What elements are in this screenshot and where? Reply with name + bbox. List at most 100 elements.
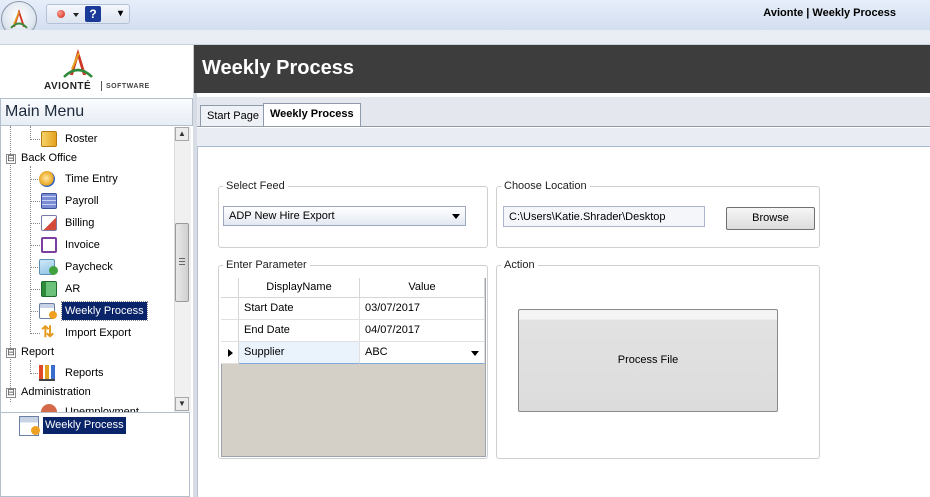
gear-icon [49,311,57,319]
sidebar-item-reports[interactable]: Reports [1,363,176,383]
open-item-weekly-process[interactable]: Weekly Process [43,417,126,434]
row-header-current[interactable] [221,342,239,364]
cell-displayname[interactable]: Start Date [239,298,360,320]
scroll-thumb[interactable] [175,223,189,302]
sidebar-item-label: Billing [65,217,95,229]
main-menu-label: Main Menu [5,103,85,120]
clock-icon [39,171,55,187]
window-title: Avionte | Weekly Process [763,7,896,19]
cell-displayname[interactable]: End Date [239,320,360,342]
feed-select-value: ADP New Hire Export [229,210,335,222]
grid-corner [221,278,239,298]
feed-select[interactable]: ADP New Hire Export [223,206,466,226]
unemployment-icon [41,404,57,412]
page-header: Weekly Process [194,45,930,93]
roster-icon [41,131,57,147]
ledger-icon [41,281,57,297]
sidebar-item-label: Time Entry [65,173,118,185]
tree-connector [30,289,40,290]
sidebar-item-payroll[interactable]: Payroll [1,191,176,211]
sidebar-item-invoice[interactable]: Invoice [1,235,176,255]
sidebar-item-roster[interactable]: Roster [1,129,176,149]
page-title: Weekly Process [202,57,354,79]
avionte-logo-icon [63,49,93,78]
cell-value: ABC [365,346,388,358]
sidebar-item-report[interactable]: ⊟ Report [1,342,176,362]
sidebar-item-weekly-process[interactable]: Weekly Process [1,301,176,321]
main-menu-title: Main Menu [0,98,193,126]
browse-button[interactable]: Browse [726,207,815,230]
cell-displayname[interactable]: Supplier [239,342,360,364]
row-header[interactable] [221,320,239,342]
tree-connector [30,201,40,202]
logo-suffix: SOFTWARE [106,83,150,90]
enter-parameter-legend: Enter Parameter [223,259,310,271]
column-header-value[interactable]: Value [360,278,485,298]
scroll-up-button[interactable]: ▲ [175,127,189,141]
tree-connector [30,333,40,334]
logo-area: AVIONTÉ SOFTWARE [0,45,194,95]
cell-value[interactable]: 03/07/2017 [360,298,485,320]
sidebar-item-administration[interactable]: ⊟ Administration [1,382,176,402]
check-icon [49,266,58,275]
chevron-down-icon [452,214,460,219]
sidebar-item-label: AR [65,283,81,295]
calculator-icon [41,193,57,209]
collapse-icon[interactable]: ⊟ [6,388,16,398]
content-toolbar [197,128,930,147]
dropdown-arrow-icon[interactable] [73,13,79,17]
sidebar-item-paycheck[interactable]: Paycheck [1,257,176,277]
logo-brand: AVIONTÉ [44,81,92,92]
scroll-down-button[interactable]: ▼ [175,397,189,411]
sidebar-item-ar[interactable]: AR [1,279,176,299]
select-feed-legend: Select Feed [223,180,288,192]
billing-icon [41,215,57,231]
chart-icon [39,365,55,381]
choose-location-legend: Choose Location [501,180,590,192]
sidebar-item-label: Back Office [21,152,78,164]
sidebar-item-label: Report [21,346,55,358]
cell-value[interactable]: 04/07/2017 [360,320,485,342]
column-header-displayname[interactable]: DisplayName [239,278,360,298]
sidebar-item-billing[interactable]: Billing [1,213,176,233]
import-export-icon: ⇅ [41,324,55,341]
ribbon-strip [0,30,930,45]
tab-start-page[interactable]: Start Page [200,105,266,126]
location-input[interactable]: C:\Users\Katie.Shrader\Desktop [503,206,705,227]
collapse-icon[interactable]: ⊟ [6,348,16,358]
navigation-tree: Roster ⊟ Back Office Time Entry Payroll … [0,126,176,412]
sidebar-item-label: Import Export [65,327,132,339]
current-row-icon [228,349,233,357]
sidebar-item-label: Unemployment [65,406,139,412]
sidebar-item-label: Paycheck [65,261,113,273]
action-legend: Action [501,259,538,271]
sidebar-item-label: Weekly Process [61,301,148,321]
grip-line [179,264,185,265]
tab-weekly-process[interactable]: Weekly Process [263,103,361,126]
sidebar-item-label: Payroll [65,195,99,207]
sidebar-item-time-entry[interactable]: Time Entry [1,169,176,189]
tree-connector [30,139,40,140]
sidebar-item-unemployment[interactable]: Unemployment [1,402,176,412]
sidebar-item-import-export[interactable]: ⇅ Import Export [1,323,176,343]
chevron-down-icon[interactable] [471,351,479,356]
sidebar-item-label: Roster [65,133,98,145]
content-border [197,146,198,497]
sidebar-item-label: Reports [65,367,104,379]
sidebar-item-back-office[interactable]: ⊟ Back Office [1,148,176,168]
supplier-dropdown[interactable]: ABC [360,342,485,364]
grip-line [179,261,185,262]
row-header[interactable] [221,298,239,320]
sidebar-item-label: Administration [21,386,91,398]
grip-line [179,258,185,259]
open-items-panel: Weekly Process [0,412,190,497]
collapse-icon[interactable]: ⊟ [6,154,16,164]
tree-connector [30,311,38,312]
tree-connector [30,245,40,246]
logo-divider [101,81,102,91]
record-icon[interactable] [57,10,65,18]
sidebar-item-label: Invoice [65,239,100,251]
customize-toolbar-icon[interactable]: ▾ [118,8,123,19]
process-file-button[interactable]: Process File [518,309,778,412]
help-icon[interactable]: ? [85,6,101,22]
